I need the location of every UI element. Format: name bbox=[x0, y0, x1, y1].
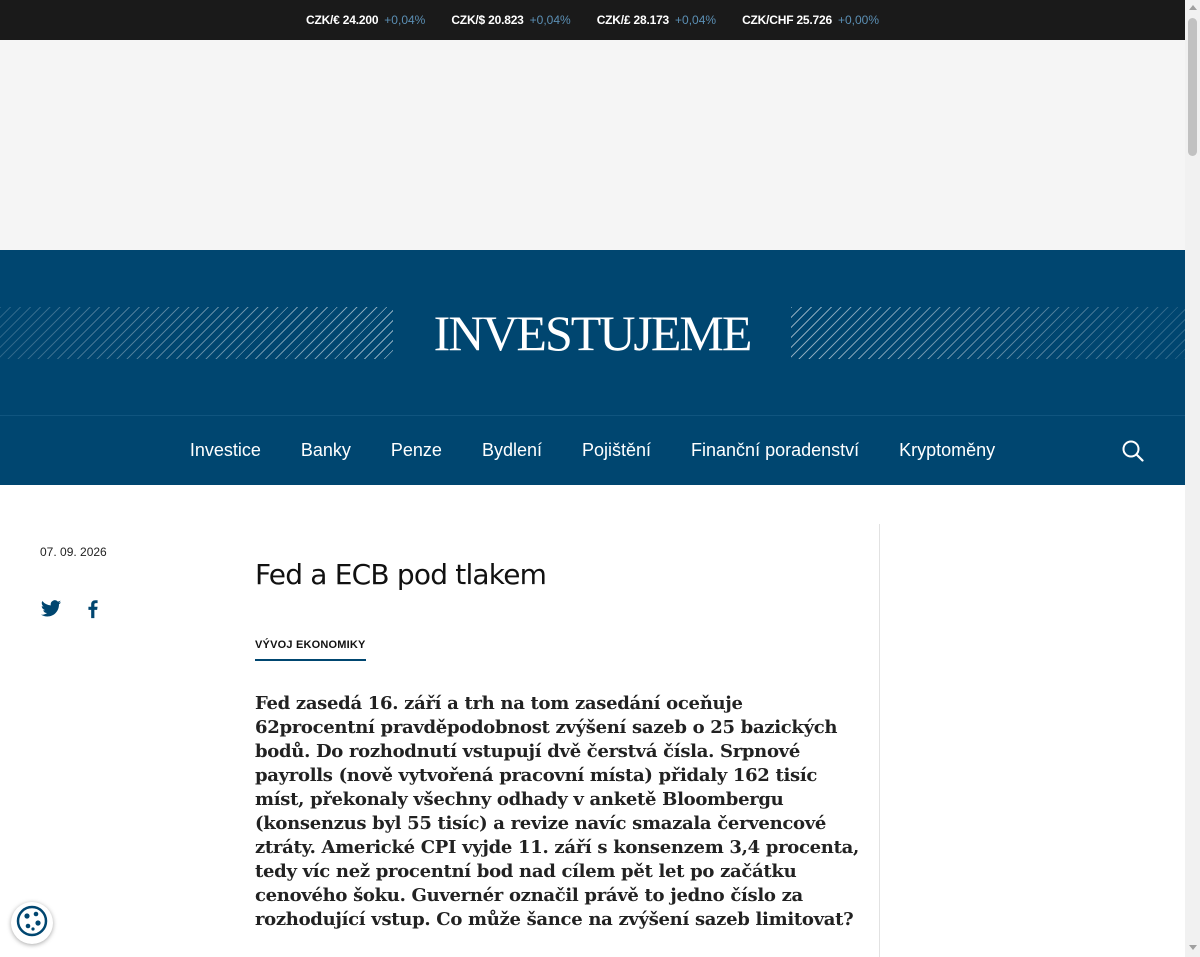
nav-item-kryptomeny[interactable]: Kryptoměny bbox=[899, 440, 995, 461]
ticker-pair: CZK/$ 20.823 bbox=[451, 13, 524, 27]
site-logo[interactable]: INVESTUJEME bbox=[393, 302, 791, 364]
page-scrollbar[interactable] bbox=[1185, 0, 1200, 957]
page: CZK/€ 24.200 +0,04% CZK/$ 20.823 +0,04% … bbox=[0, 0, 1185, 957]
ticker-item-chf[interactable]: CZK/CHF 25.726 +0,00% bbox=[742, 13, 879, 27]
sidebar-divider bbox=[879, 524, 880, 957]
article-date: 07. 09. 2026 bbox=[40, 545, 107, 559]
ticker-item-eur[interactable]: CZK/€ 24.200 +0,04% bbox=[306, 13, 425, 27]
nav-item-investice[interactable]: Investice bbox=[190, 440, 261, 461]
cookie-icon bbox=[15, 904, 49, 943]
ticker-item-usd[interactable]: CZK/$ 20.823 +0,04% bbox=[451, 13, 570, 27]
main-nav: Investice Banky Penze Bydlení Pojištění … bbox=[0, 415, 1185, 485]
ticker-pair: CZK/£ 28.173 bbox=[596, 13, 670, 27]
twitter-icon[interactable] bbox=[40, 598, 62, 620]
ticker-item-gbp[interactable]: CZK/£ 28.173 +0,04% bbox=[597, 13, 716, 27]
scroll-thumb[interactable] bbox=[1188, 18, 1197, 156]
ticker-change: +0,04% bbox=[675, 13, 717, 27]
nav-item-banky[interactable]: Banky bbox=[301, 440, 351, 461]
nav-item-pojisteni[interactable]: Pojištění bbox=[582, 440, 651, 461]
share-buttons bbox=[40, 598, 104, 620]
scroll-down-arrow-icon[interactable] bbox=[1189, 945, 1197, 950]
ticker-change: +0,00% bbox=[837, 13, 880, 27]
scroll-up-arrow-icon[interactable] bbox=[1189, 5, 1197, 10]
ad-placeholder bbox=[0, 40, 1185, 250]
cookie-settings-button[interactable] bbox=[11, 902, 53, 944]
decorative-stripes-right bbox=[791, 307, 1185, 359]
ticker-change: +0,04% bbox=[529, 13, 571, 27]
nav-item-bydleni[interactable]: Bydlení bbox=[482, 440, 542, 461]
decorative-stripes-left bbox=[0, 307, 393, 359]
nav-item-penze[interactable]: Penze bbox=[391, 440, 442, 461]
article-headline: Fed a ECB pod tlakem bbox=[255, 558, 547, 591]
ticker-pair: CZK/€ 24.200 bbox=[305, 13, 379, 27]
currency-ticker: CZK/€ 24.200 +0,04% CZK/$ 20.823 +0,04% … bbox=[0, 0, 1185, 40]
search-icon[interactable] bbox=[1121, 439, 1145, 463]
nav-item-financni-poradenstvi[interactable]: Finanční poradenství bbox=[691, 440, 859, 461]
facebook-icon[interactable] bbox=[82, 598, 104, 620]
category-link[interactable]: VÝVOJ EKONOMIKY bbox=[255, 639, 366, 661]
ticker-pair: CZK/CHF 25.726 bbox=[742, 13, 832, 27]
nav-list: Investice Banky Penze Bydlení Pojištění … bbox=[0, 416, 1185, 485]
brand-header: INVESTUJEME bbox=[0, 250, 1185, 415]
article-lead: Fed zasedá 16. září a trh na tom zasedán… bbox=[255, 693, 859, 930]
ticker-change: +0,04% bbox=[384, 13, 426, 27]
